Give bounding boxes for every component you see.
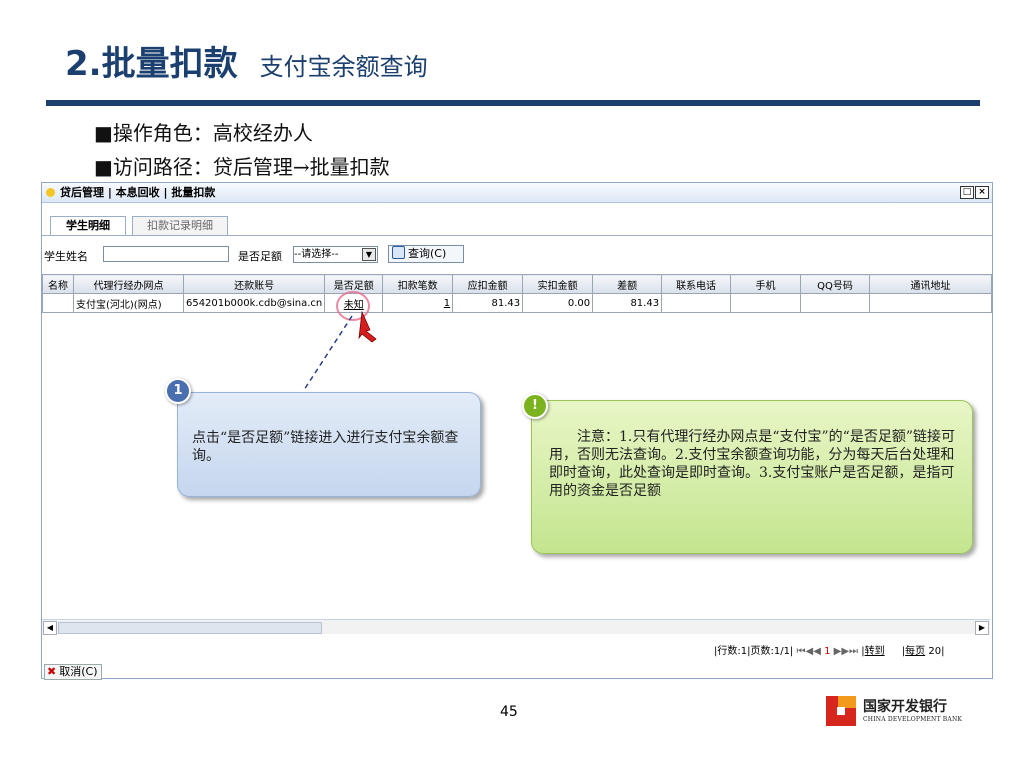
warning-icon: !: [522, 393, 548, 419]
bank-name-en: CHINA DEVELOPMENT BANK: [863, 716, 963, 723]
dashed-connector: [303, 315, 353, 391]
pointer-annotation: [303, 291, 377, 391]
note-callout: 注意：1.只有代理行经办网点是“支付宝”的“是否足额”链接可用，否则无法查询。2…: [531, 400, 973, 554]
step-callout: 点击“是否足额”链接进入进行支付宝余额查询。: [177, 392, 481, 497]
highlight-ring: [336, 291, 370, 321]
step-number-badge: 1: [165, 378, 191, 404]
bank-name-cn: 国家开发银行: [863, 699, 947, 715]
page-number: 45: [500, 704, 518, 720]
red-arrow-icon: [358, 310, 377, 343]
note-callout-text: 注意：1.只有代理行经办网点是“支付宝”的“是否足额”链接可用，否则无法查询。2…: [549, 428, 959, 500]
note-text: 注意：1.只有代理行经办网点是“支付宝”的“是否足额”链接可用，否则无法查询。2…: [549, 429, 955, 499]
step-callout-text: 点击“是否足额”链接进入进行支付宝余额查询。: [192, 430, 459, 464]
bank-logo-icon: [826, 696, 856, 726]
